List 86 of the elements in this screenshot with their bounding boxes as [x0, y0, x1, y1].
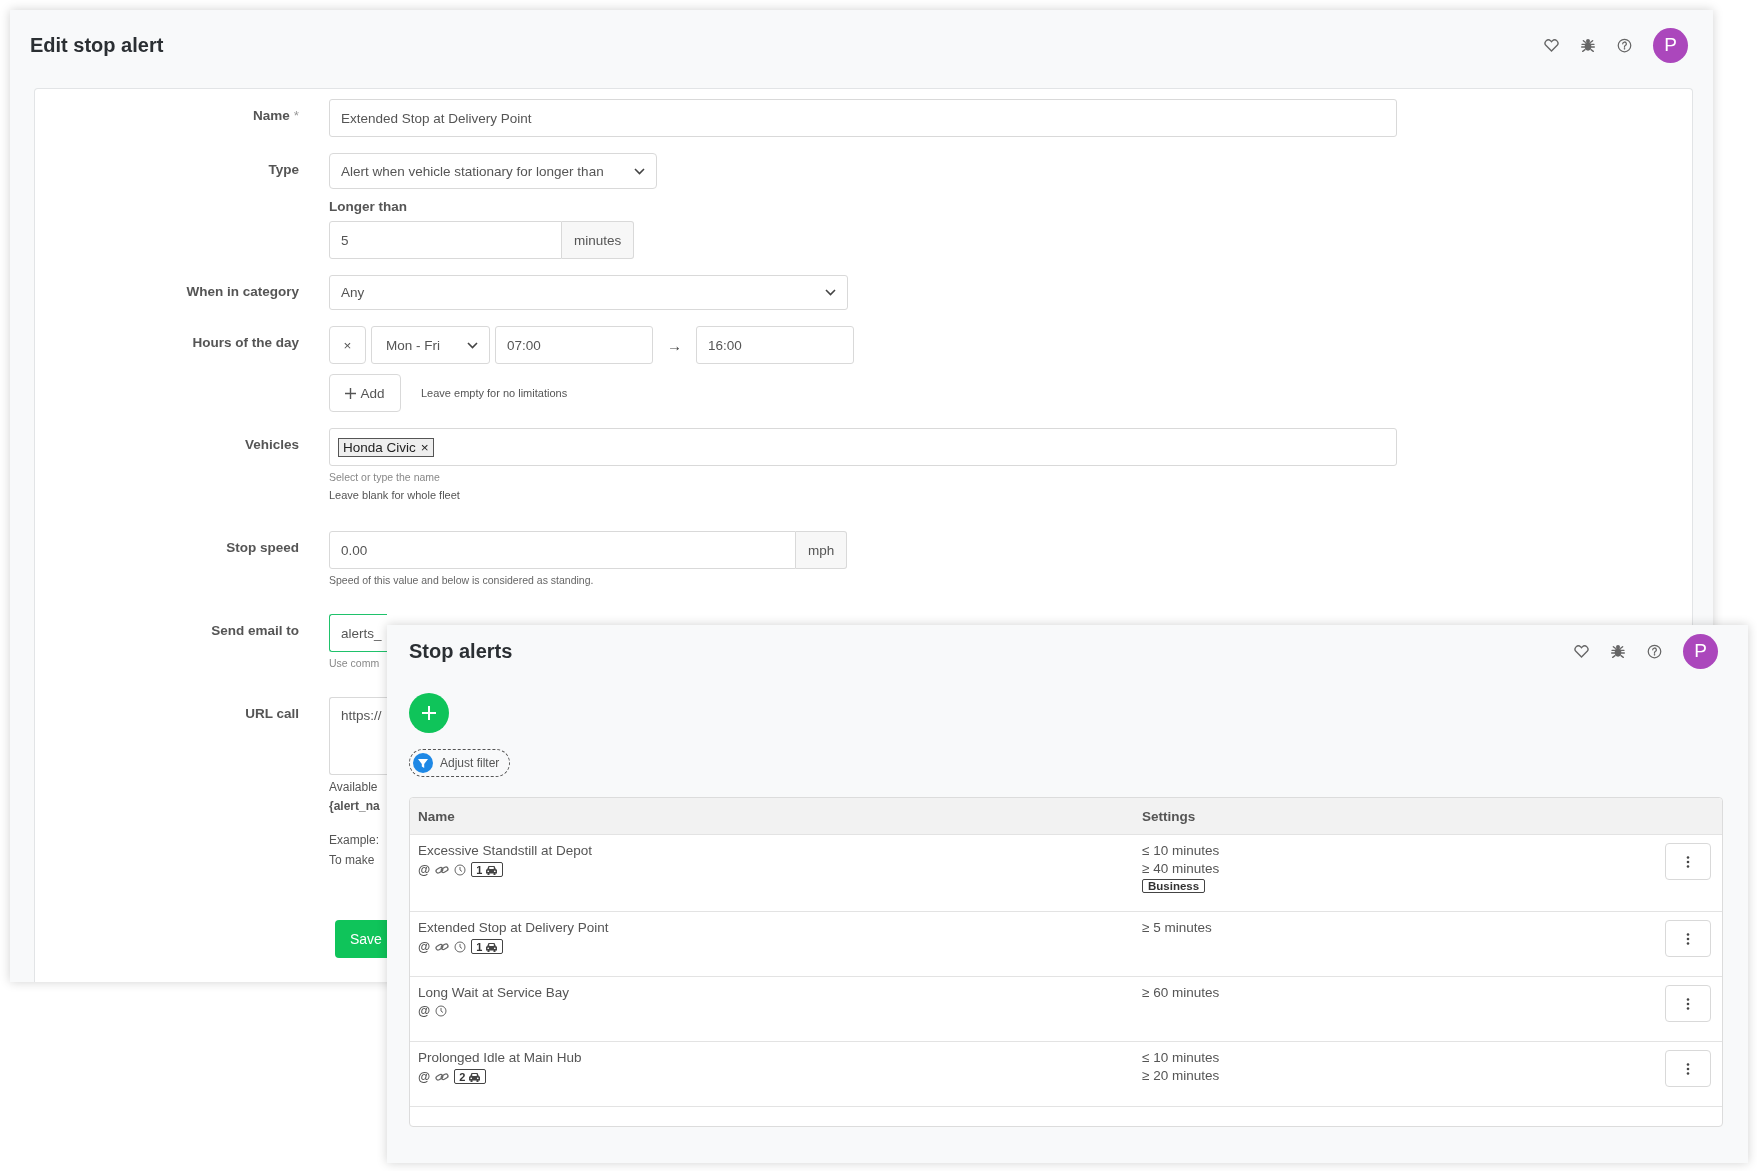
window-title: Edit stop alert: [30, 33, 165, 57]
duration-setting: ≥ 20 minutes: [1142, 1068, 1221, 1083]
field-label: Longer than: [329, 199, 408, 214]
field-label: Type: [268, 162, 299, 177]
remove-icon[interactable]: ×: [420, 439, 429, 455]
category-tag: Business: [1142, 879, 1206, 893]
vehicle-count-badge: 1: [471, 862, 504, 877]
email-indicator: @: [418, 939, 431, 954]
field-label: Name: [252, 108, 290, 123]
car-icon: [485, 864, 499, 875]
start-time-field[interactable]: 07:00: [495, 326, 653, 364]
duration-field[interactable]: 5: [329, 221, 562, 259]
help-text: Available: [329, 780, 378, 794]
link-icon: [435, 1070, 450, 1083]
avatar[interactable]: P: [1653, 27, 1688, 63]
caret-icon: [825, 289, 836, 296]
help-icon[interactable]: [1647, 643, 1662, 659]
vehicle-count-badge: 2: [454, 1069, 487, 1084]
caret-icon: [467, 341, 478, 349]
more-icon: [1686, 855, 1690, 868]
field-label: Stop speed: [226, 540, 299, 555]
email-indicator: @: [418, 862, 431, 877]
url-field[interactable]: https://: [329, 697, 387, 775]
heart-icon[interactable]: [1544, 38, 1559, 52]
filter-icon: [413, 753, 433, 773]
field-label: Send email to: [211, 623, 299, 638]
type-select[interactable]: Alert when vehicle stationary for longer than: [329, 153, 657, 189]
remove-button[interactable]: ×: [329, 326, 366, 364]
alert-name: Long Wait at Service Bay: [418, 985, 571, 1000]
more-icon: [1686, 997, 1690, 1010]
unit-addon: mph: [796, 531, 848, 569]
vehicles-field[interactable]: Honda Civic ×: [329, 428, 1397, 466]
help-text: Example:: [329, 833, 380, 847]
avatar[interactable]: P: [1683, 633, 1718, 669]
clock-icon: [454, 940, 467, 953]
help-icon[interactable]: [1617, 37, 1632, 53]
arrow: →: [667, 336, 682, 354]
duration-setting: ≤ 10 minutes: [1142, 1050, 1221, 1065]
email-field[interactable]: alerts_: [329, 614, 387, 652]
required-mark: *: [293, 108, 299, 123]
window-title: Stop alerts: [409, 639, 514, 663]
email-indicator: @: [418, 1069, 431, 1084]
field-label: Hours of the day: [192, 335, 299, 350]
hint-text: Leave empty for no limitations: [421, 387, 568, 399]
column-header: Name: [418, 808, 456, 824]
field-label: Vehicles: [244, 437, 299, 452]
car-icon: [485, 941, 499, 952]
variables-text: {alert_na: [329, 799, 380, 813]
hint-text: Leave blank for whole fleet: [329, 489, 460, 501]
duration-setting: ≤ 10 minutes: [1142, 843, 1221, 858]
stop-speed-field[interactable]: 0.00: [329, 531, 796, 569]
bug-icon[interactable]: [1580, 37, 1596, 53]
name-field[interactable]: Extended Stop at Delivery Point: [329, 99, 1397, 137]
duration-setting: ≥ 60 minutes: [1142, 985, 1221, 1000]
days-select[interactable]: Mon - Fri: [371, 326, 490, 364]
help-text: To make: [329, 853, 375, 867]
link-icon: [435, 863, 450, 876]
alert-name: Prolonged Idle at Main Hub: [418, 1050, 583, 1065]
email-indicator: @: [418, 1004, 431, 1018]
hint-text: Select or type the name: [329, 471, 440, 483]
more-icon: [1686, 1062, 1690, 1075]
column-header: Settings: [1142, 808, 1197, 824]
hint-text: Use comm: [329, 657, 380, 669]
clock-icon: [435, 1005, 448, 1017]
field-label: URL call: [245, 706, 299, 721]
alert-name: Excessive Standstill at Depot: [418, 843, 594, 858]
bug-icon[interactable]: [1610, 643, 1626, 659]
car-icon: [468, 1071, 482, 1082]
hint-text: Speed of this value and below is considered as standing.: [329, 574, 594, 586]
end-time-field[interactable]: 16:00: [696, 326, 854, 364]
category-select[interactable]: Any: [329, 275, 848, 310]
heart-icon[interactable]: [1574, 644, 1589, 658]
vehicle-tag[interactable]: Honda Civic ×: [338, 437, 434, 457]
clock-icon: [454, 863, 467, 876]
plus-icon: [345, 387, 357, 399]
duration-setting: ≥ 5 minutes: [1142, 920, 1213, 935]
unit-addon: minutes: [562, 221, 635, 259]
vehicle-count-badge: 1: [471, 939, 504, 954]
duration-setting: ≥ 40 minutes: [1142, 861, 1221, 876]
add-button[interactable]: Add: [329, 374, 401, 412]
alert-name: Extended Stop at Delivery Point: [418, 920, 610, 935]
field-label: When in category: [186, 284, 299, 299]
caret-icon: [634, 167, 645, 175]
link-icon: [435, 940, 450, 953]
plus-icon: [422, 706, 436, 720]
more-icon: [1686, 932, 1690, 945]
